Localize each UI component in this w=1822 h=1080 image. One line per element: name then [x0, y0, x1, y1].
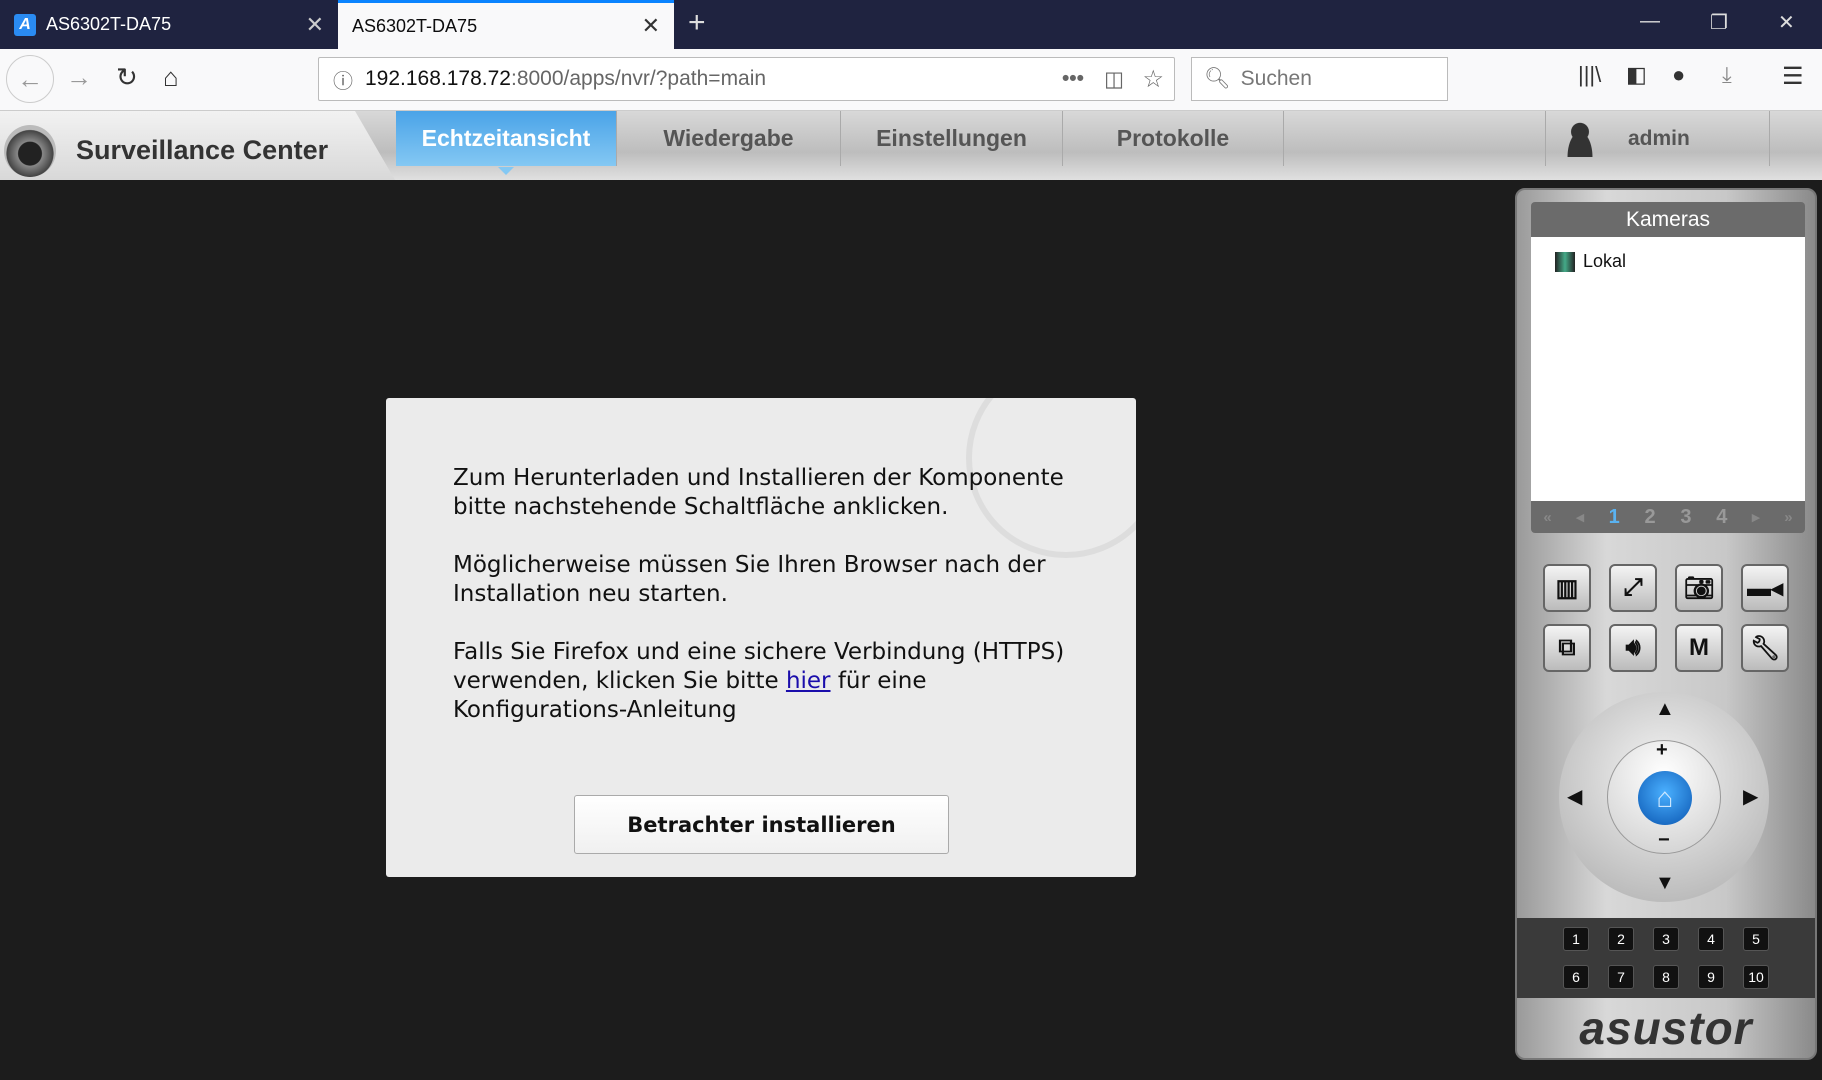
user-icon [1562, 120, 1598, 157]
sequence-icon[interactable]: ⧉ [1543, 624, 1591, 672]
dialog-text-3: Falls Sie Firefox und eine sichere Verbi… [453, 638, 1073, 725]
first-page-icon[interactable]: « [1543, 509, 1551, 526]
preset-2[interactable]: 2 [1608, 927, 1634, 951]
fullscreen-icon[interactable]: ⤢ [1609, 564, 1657, 612]
search-icon: 🔍︎ [1204, 67, 1231, 90]
audio-icon[interactable]: 🔊︎ [1609, 624, 1657, 672]
nas-icon [1555, 251, 1575, 272]
user-menu[interactable]: admin [1545, 111, 1770, 166]
preset-3[interactable]: 3 [1653, 927, 1679, 951]
tab-protokolle[interactable]: Protokolle [1063, 111, 1284, 166]
home-icon[interactable]: ⌂ [163, 62, 179, 93]
last-page-icon[interactable]: » [1784, 509, 1792, 526]
tab-title: AS6302T-DA75 [352, 15, 478, 36]
extension-icon[interactable]: ● [1672, 62, 1685, 88]
browser-tab-active[interactable]: AS6302T-DA75 ✕ [338, 0, 674, 49]
dialog-text-2: Möglicherweise müssen Sie Ihren Browser … [453, 552, 1046, 607]
camera-logo-icon [4, 125, 56, 177]
camera-name: Lokal [1583, 251, 1627, 271]
ptz-up-icon[interactable]: ▲ [1655, 698, 1675, 721]
tab-einstellungen[interactable]: Einstellungen [841, 111, 1063, 166]
page-1[interactable]: 1 [1609, 506, 1620, 529]
install-viewer-dialog: Zum Herunterladen und Installieren der K… [386, 398, 1136, 877]
camera-pager: « ◂ 1 2 3 4 ▸ » [1531, 501, 1805, 533]
url-bar[interactable]: ⓘ 192.168.178.72 :8000/apps/nvr/?path=ma… [318, 57, 1175, 101]
ptz-home-icon[interactable]: ⌂ [1638, 771, 1692, 825]
back-icon[interactable]: ← [6, 55, 54, 103]
new-tab-icon[interactable]: + [688, 6, 706, 40]
window-close-icon[interactable]: ✕ [1778, 10, 1795, 35]
menu-icon[interactable]: ☰ [1782, 62, 1804, 91]
ptz-right-icon[interactable]: ▶ [1743, 784, 1758, 809]
zoom-out-icon[interactable]: − [1658, 829, 1670, 852]
browser-toolbar: ← → ↻ ⌂ ⓘ 192.168.178.72 :8000/apps/nvr/… [0, 49, 1822, 111]
library-icon[interactable]: |||\ [1578, 62, 1601, 88]
download-icon[interactable]: ⤓ [1722, 62, 1732, 88]
page-2[interactable]: 2 [1645, 506, 1656, 529]
prev-page-icon[interactable]: ◂ [1576, 508, 1584, 526]
zoom-in-icon[interactable]: + [1656, 739, 1668, 762]
restore-icon[interactable]: ❐ [1710, 10, 1728, 35]
info-icon[interactable]: ⓘ [333, 65, 353, 94]
preset-8[interactable]: 8 [1653, 965, 1679, 989]
asustor-logo: asustor [1579, 1002, 1753, 1054]
camera-list: Lokal [1531, 237, 1805, 501]
settings-wrench-icon[interactable]: 🔧︎ [1741, 624, 1789, 672]
camera-item[interactable]: Lokal [1555, 251, 1626, 272]
preset-keypad: 1 2 3 4 5 6 7 8 9 10 [1517, 918, 1815, 998]
camera-control-panel: Kameras Lokal « ◂ 1 2 3 4 ▸ » ▥ ⤢ 📷︎ ▬◂ … [1515, 188, 1817, 1060]
app-title: Surveillance Center [76, 135, 329, 165]
user-name: admin [1628, 126, 1690, 150]
preset-9[interactable]: 9 [1698, 965, 1724, 989]
cameras-header: Kameras [1531, 202, 1805, 237]
preset-5[interactable]: 5 [1743, 927, 1769, 951]
page-actions-icon[interactable]: ••• [1062, 67, 1084, 91]
preset-10[interactable]: 10 [1743, 965, 1769, 989]
ptz-left-icon[interactable]: ◀ [1567, 784, 1582, 809]
text: Falls Sie Firefox und eine sichere Verbi… [453, 639, 1065, 694]
minimize-icon[interactable]: — [1640, 10, 1660, 33]
tab-wiedergabe[interactable]: Wiedergabe [617, 111, 841, 166]
app-header: Surveillance Center Echtzeitansicht Wied… [0, 111, 1822, 180]
preset-4[interactable]: 4 [1698, 927, 1724, 951]
page-4[interactable]: 4 [1716, 506, 1727, 529]
search-input[interactable]: 🔍︎ Suchen [1191, 57, 1448, 101]
install-viewer-button[interactable]: Betrachter installieren [574, 795, 949, 854]
reload-icon[interactable]: ↻ [116, 62, 138, 93]
sidebar-icon[interactable]: ◧ [1626, 62, 1647, 88]
asustor-favicon-icon: A [14, 13, 36, 36]
layout-icon[interactable]: ▥ [1543, 564, 1591, 612]
tab-title: AS6302T-DA75 [46, 14, 172, 34]
config-guide-link[interactable]: hier [786, 668, 831, 694]
ptz-control: ▲ ▼ ◀ ▶ + − ⌂ [1559, 692, 1769, 902]
url-path: :8000/apps/nvr/?path=main [510, 67, 767, 90]
next-page-icon[interactable]: ▸ [1752, 508, 1760, 526]
page-3[interactable]: 3 [1680, 506, 1691, 529]
close-tab-icon[interactable]: ✕ [642, 13, 660, 39]
preset-6[interactable]: 6 [1563, 965, 1589, 989]
record-video-icon[interactable]: ▬◂ [1741, 564, 1789, 612]
tab-echtzeitansicht[interactable]: Echtzeitansicht [396, 111, 617, 175]
search-placeholder: Suchen [1240, 67, 1312, 90]
browser-tab-bar: A AS6302T-DA75 ✕ AS6302T-DA75 ✕ + — ❐ ✕ [0, 0, 1822, 49]
app-brand: Surveillance Center [0, 111, 395, 180]
close-tab-icon[interactable]: ✕ [306, 12, 324, 38]
dialog-text-1: Zum Herunterladen und Installieren der K… [453, 465, 1064, 520]
manual-record-icon[interactable]: M [1675, 624, 1723, 672]
pocket-icon[interactable]: ◫ [1104, 67, 1124, 92]
snapshot-camera-icon[interactable]: 📷︎ [1675, 564, 1723, 612]
preset-7[interactable]: 7 [1608, 965, 1634, 989]
preset-1[interactable]: 1 [1563, 927, 1589, 951]
ptz-down-icon[interactable]: ▼ [1655, 872, 1675, 895]
browser-tab[interactable]: A AS6302T-DA75 ✕ [0, 0, 338, 49]
url-host: 192.168.178.72 [365, 67, 511, 90]
forward-icon[interactable]: → [66, 62, 92, 93]
bookmark-star-icon[interactable]: ☆ [1142, 65, 1164, 94]
